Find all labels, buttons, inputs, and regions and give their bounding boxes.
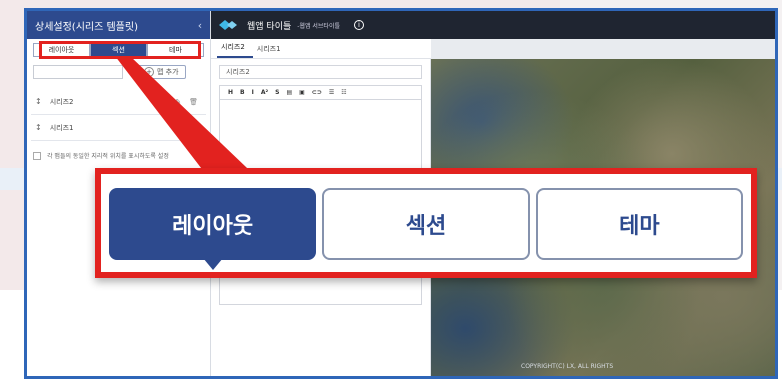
zoomed-tabs-callout: 레이아웃 섹션 테마 (95, 168, 757, 278)
table-button[interactable]: ▤ (286, 89, 292, 96)
map-tab-strip (431, 39, 775, 59)
sidebar-header: 상세설정(시리즈 템플릿) ‹ (27, 11, 210, 39)
map-copyright: COPYRIGHT(C) LX, ALL RIGHTS (521, 363, 614, 370)
drag-handle-icon[interactable]: ↕ (35, 97, 42, 106)
edit-icon[interactable]: ✎ (175, 124, 181, 132)
edit-icon[interactable]: ✎ (175, 98, 181, 106)
list-item[interactable]: ↕ 시리즈2 ✎ 🗑 (31, 89, 206, 115)
app-header: 웹앱 타이틀 -웹앱 서브타이틀 i (211, 11, 775, 39)
editor-toolbar: H B I A² S ▤ ▣ ⊂⊃ ☰ ☷ (220, 86, 421, 100)
series-tabs: 시리즈2 시리즈1 (211, 39, 431, 59)
sidebar-title: 상세설정(시리즈 템플릿) (35, 21, 138, 33)
heading-button[interactable]: H (228, 89, 233, 96)
bold-button[interactable]: B (240, 89, 245, 96)
checkbox-label: 각 맵들의 동일한 지리적 위치를 표시하도록 설정 (47, 153, 169, 160)
search-input[interactable] (33, 65, 123, 79)
app-title: 웹앱 타이틀 (247, 21, 292, 32)
strike-button[interactable]: S (275, 89, 279, 96)
ordered-list-button[interactable]: ☷ (341, 89, 346, 96)
collapse-icon[interactable]: ‹ (190, 19, 210, 32)
add-map-button[interactable]: + 맵 추가 (137, 65, 186, 79)
series-title-input[interactable]: 시리즈2 (219, 65, 422, 79)
font-size-button[interactable]: A² (261, 89, 268, 96)
delete-icon[interactable]: 🗑 (189, 98, 198, 106)
list-item-label: 시리즈2 (49, 97, 74, 106)
sync-location-option[interactable]: 각 맵들의 동일한 지리적 위치를 표시하도록 설정 (33, 151, 204, 160)
tab-series1[interactable]: 시리즈1 (253, 44, 289, 58)
highlight-frame (39, 41, 201, 59)
plus-icon: + (144, 67, 154, 77)
app-logo-icon (219, 20, 237, 30)
list-button[interactable]: ☰ (329, 89, 334, 96)
link-button[interactable]: ⊂⊃ (312, 89, 322, 96)
zoom-tab-theme[interactable]: 테마 (535, 188, 743, 260)
zoom-tab-section[interactable]: 섹션 (322, 188, 530, 260)
delete-icon[interactable]: 🗑 (189, 124, 198, 132)
checkbox[interactable] (33, 151, 41, 160)
info-icon[interactable]: i (353, 20, 364, 30)
sidebar-toolbar: + 맵 추가 (33, 65, 204, 79)
list-item-label: 시리즈1 (49, 123, 74, 132)
add-map-label: 맵 추가 (157, 68, 179, 76)
zoomed-tabs: 레이아웃 섹션 테마 (109, 188, 743, 270)
tab-series2[interactable]: 시리즈2 (217, 42, 253, 58)
italic-button[interactable]: I (252, 89, 254, 96)
image-button[interactable]: ▣ (299, 89, 305, 96)
drag-handle-icon[interactable]: ↕ (35, 123, 42, 132)
list-item[interactable]: ↕ 시리즈1 ✎ 🗑 (31, 115, 206, 141)
zoom-tab-layout[interactable]: 레이아웃 (109, 188, 317, 270)
app-subtitle: -웹앱 서브타이틀 (297, 22, 340, 30)
